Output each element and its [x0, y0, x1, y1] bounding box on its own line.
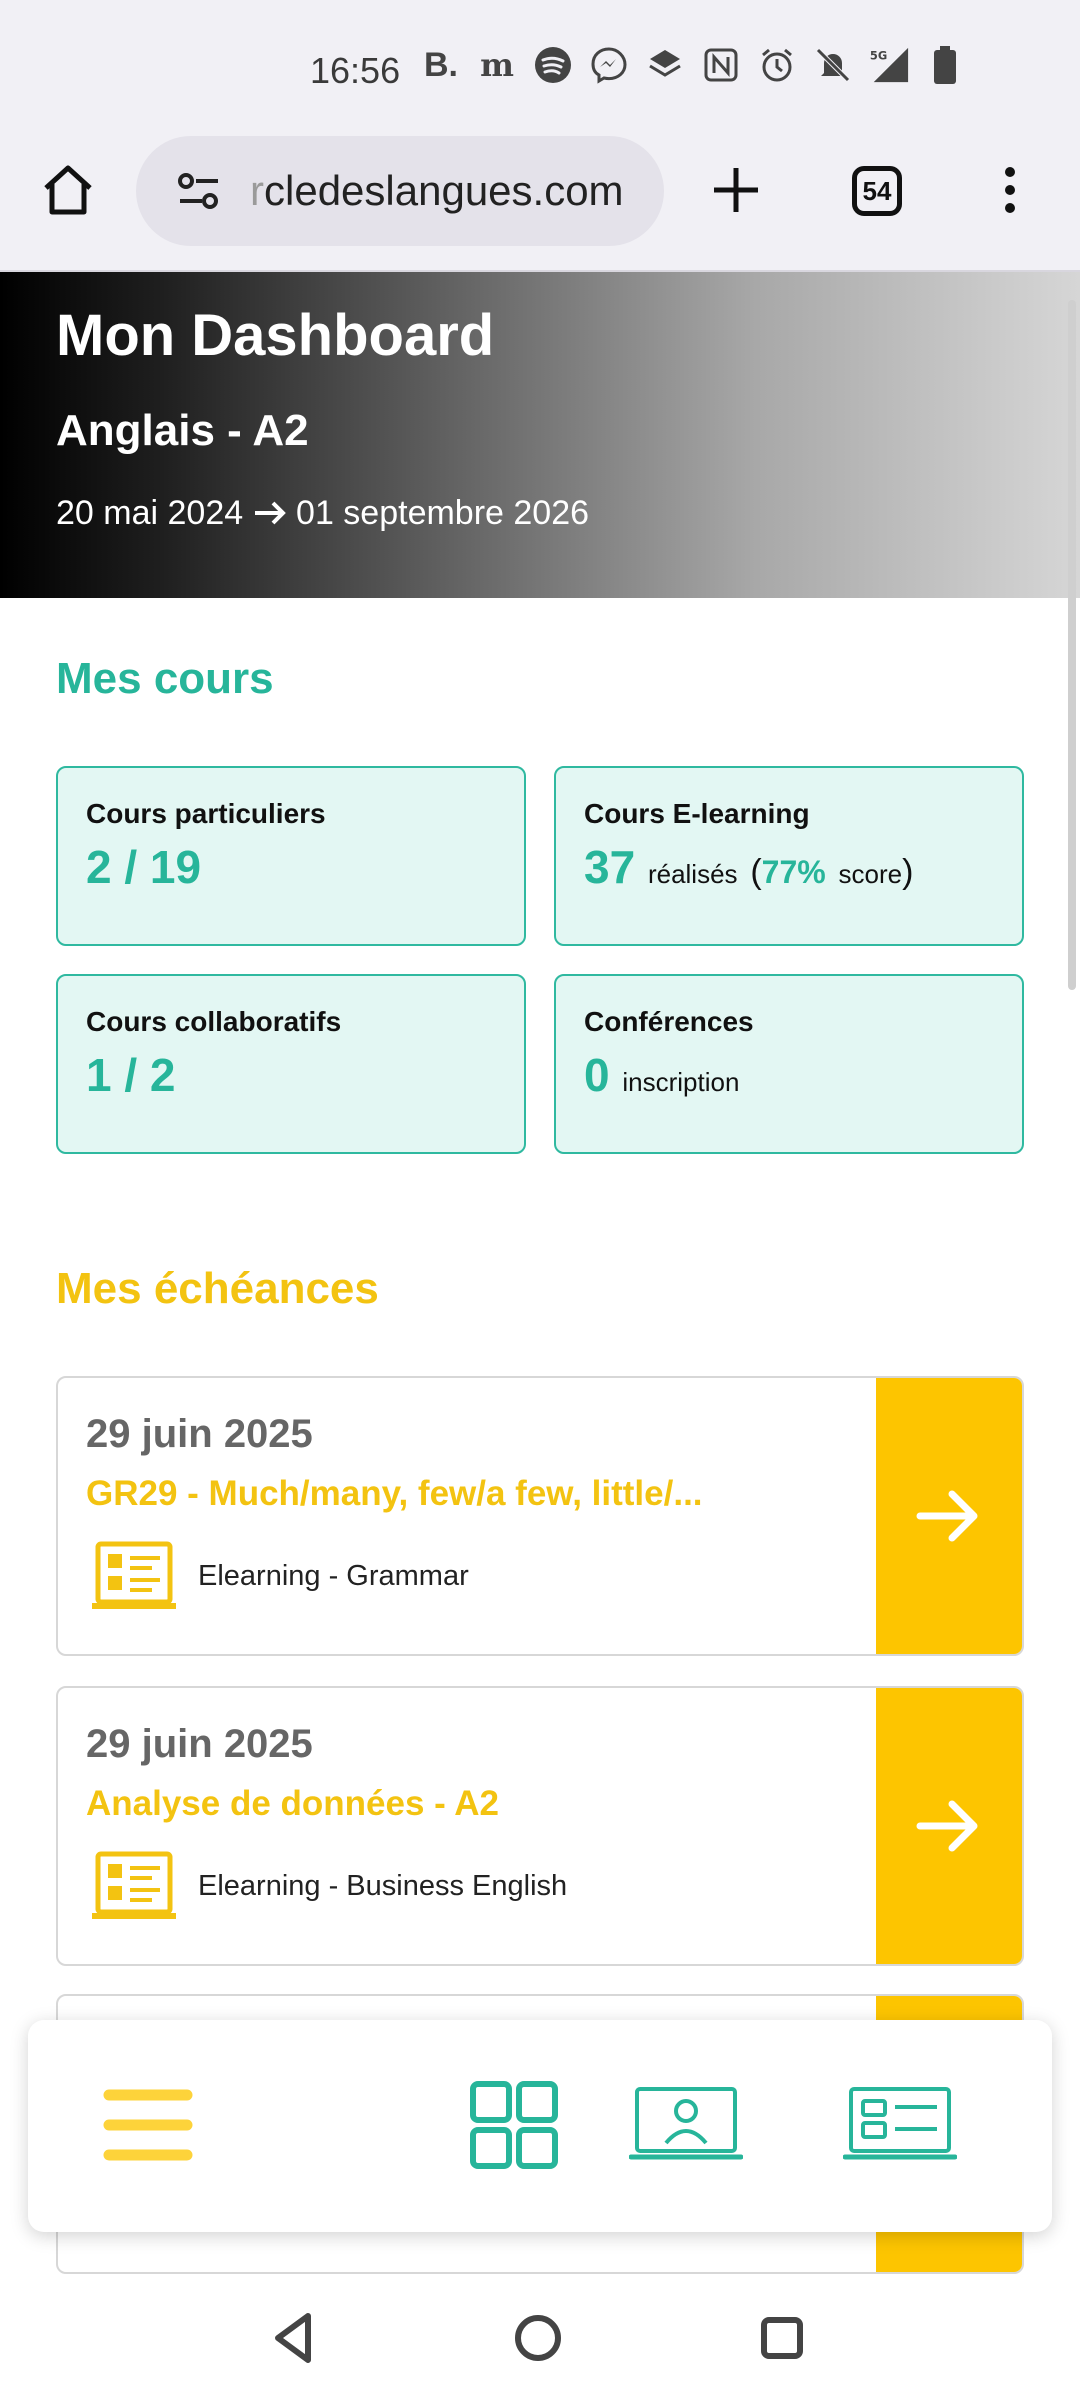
date-end: 01 septembre 2026 [296, 494, 590, 532]
elearning-count: 37 [584, 841, 636, 893]
booking-b-icon: B. [424, 45, 458, 84]
back-icon[interactable] [262, 2306, 326, 2370]
arrow-right-icon [916, 1800, 978, 1852]
deadline-item[interactable]: 29 juin 2025 GR29 - Much/many, few/a few… [56, 1376, 1024, 1656]
url-faded: r [250, 167, 264, 214]
more-menu-icon[interactable] [990, 160, 1030, 220]
url-text: rcledeslangues.com [250, 167, 624, 215]
course-dates: 20 mai 2024 01 septembre 2026 [56, 494, 589, 533]
dashboard-header: Mon Dashboard Anglais - A2 20 mai 2024 0… [0, 272, 1080, 598]
deadline-title: GR29 - Much/many, few/a few, little/... [86, 1474, 703, 1513]
conference-count: 0 [584, 1049, 610, 1101]
arrow-right-icon [254, 501, 286, 525]
browser-toolbar: rcledeslangues.com 54 [0, 130, 1080, 272]
hamburger-menu-icon[interactable] [98, 2070, 198, 2180]
private-lesson-laptop-icon[interactable] [626, 2070, 746, 2180]
deadline-open-button[interactable] [876, 1688, 1022, 1964]
card-label: Cours collaboratifs [86, 1006, 342, 1037]
messenger-icon [588, 44, 630, 86]
elearning-laptop-icon [89, 1540, 179, 1616]
bottom-navigation [28, 2020, 1052, 2232]
signal-5g-icon: 5G [868, 44, 910, 86]
card-label: Conférences [584, 1006, 754, 1037]
home-icon[interactable] [38, 160, 98, 220]
card-value: 37 réalisés (77% score) [584, 840, 994, 894]
system-navigation-bar [0, 2276, 1080, 2400]
card-value: 2 / 19 [86, 841, 202, 893]
home-circle-icon[interactable] [506, 2306, 570, 2370]
site-settings-icon[interactable] [176, 168, 222, 214]
date-start: 20 mai 2024 [56, 494, 244, 532]
deadline-open-button[interactable] [876, 1378, 1022, 1654]
card-collaborative-lessons[interactable]: Cours collaboratifs 1 / 2 [56, 974, 526, 1154]
recents-icon[interactable] [750, 2306, 814, 2370]
svg-text:5G: 5G [870, 48, 887, 62]
page-title: Mon Dashboard [56, 303, 495, 368]
nfc-icon [700, 44, 742, 86]
deadline-type: Elearning - Grammar [198, 1560, 469, 1592]
conference-suffix: inscription [622, 1067, 740, 1097]
layers-icon [644, 44, 686, 86]
card-value: 1 / 2 [86, 1049, 176, 1101]
deadline-item[interactable]: 29 juin 2025 Analyse de données - A2 Ele… [56, 1686, 1024, 1966]
paren-open: ( [750, 853, 762, 891]
deadline-date: 29 juin 2025 [86, 1722, 313, 1766]
card-label: Cours particuliers [86, 798, 326, 829]
elearning-score: 77% [761, 854, 826, 890]
elearning-laptop-icon [89, 1850, 179, 1926]
scrollbar[interactable] [1068, 300, 1076, 990]
courses-section-title: Mes cours [56, 654, 274, 703]
score-word: score [838, 859, 903, 889]
address-bar[interactable]: rcledeslangues.com [136, 136, 664, 246]
bell-off-icon [812, 44, 854, 86]
course-level: Anglais - A2 [56, 406, 309, 455]
card-label: Cours E-learning [584, 798, 810, 829]
spotify-icon [532, 44, 574, 86]
new-tab-icon[interactable] [706, 160, 766, 220]
card-private-lessons[interactable]: Cours particuliers 2 / 19 [56, 766, 526, 946]
status-icons: B. m 5G [420, 44, 966, 86]
arrow-right-icon [916, 1490, 978, 1542]
deadline-date: 29 juin 2025 [86, 1412, 313, 1456]
deadline-title: Analyse de données - A2 [86, 1784, 499, 1823]
deadline-type: Elearning - Business English [198, 1870, 568, 1902]
card-elearning[interactable]: Cours E-learning 37 réalisés (77% score) [554, 766, 1024, 946]
newspaper-icon: m [480, 46, 514, 84]
url-domain: cledeslangues.com [264, 167, 624, 214]
status-bar: 16:56 B. m 5G [0, 0, 1080, 130]
alarm-icon [756, 44, 798, 86]
tab-switcher-button[interactable]: 54 [852, 166, 902, 216]
dashboard-grid-icon[interactable] [464, 2070, 564, 2180]
card-value: 0 inscription [584, 1048, 994, 1102]
card-conferences[interactable]: Conférences 0 inscription [554, 974, 1024, 1154]
deadlines-section-title: Mes échéances [56, 1264, 379, 1313]
elearning-suffix: réalisés [647, 859, 738, 889]
status-time: 16:56 [310, 50, 401, 91]
elearning-laptop-icon[interactable] [840, 2070, 960, 2180]
battery-icon [924, 44, 966, 86]
paren-close: ) [902, 853, 914, 891]
